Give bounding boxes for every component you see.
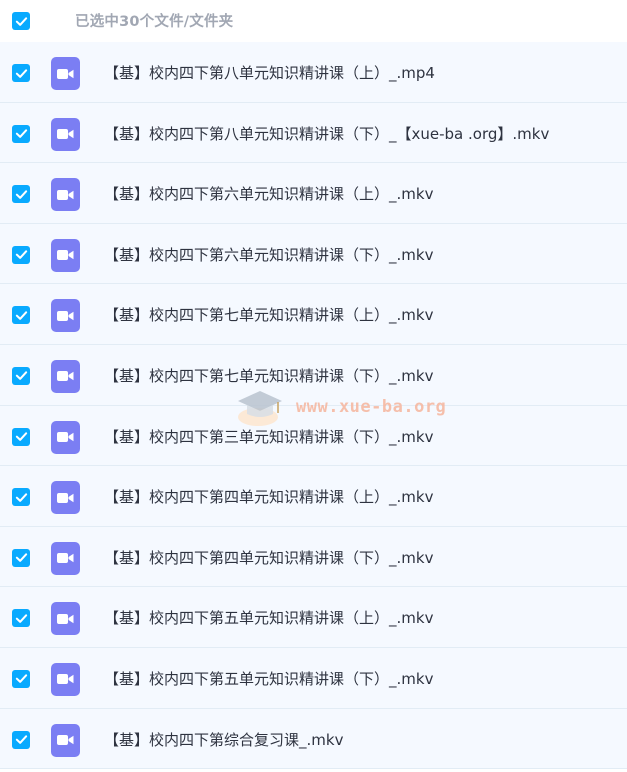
file-checkbox[interactable]	[12, 548, 30, 567]
camera-glyph	[57, 310, 74, 321]
camera-glyph	[57, 250, 74, 261]
file-checkbox[interactable]	[12, 609, 30, 628]
file-checkbox[interactable]	[12, 730, 30, 749]
checkmark-icon	[15, 432, 27, 441]
file-name[interactable]: 【基】校内四下第六单元知识精讲课（上）_.mkv	[104, 183, 433, 204]
camera-glyph	[57, 189, 74, 200]
file-row[interactable]: 【基】校内四下第四单元知识精讲课（上）_.mkv	[0, 466, 627, 527]
file-row[interactable]: 【基】校内四下第七单元知识精讲课（下）_.mkv	[0, 344, 627, 406]
checkmark-icon	[15, 311, 27, 320]
file-row[interactable]: 【基】校内四下第五单元知识精讲课（上）_.mkv	[0, 587, 627, 648]
camera-glyph	[57, 432, 74, 443]
camera-glyph	[57, 674, 74, 685]
file-checkbox[interactable]	[12, 245, 30, 264]
video-file-icon	[51, 723, 80, 757]
video-file-icon	[51, 420, 80, 454]
checkmark-icon	[15, 614, 27, 623]
camera-glyph	[57, 492, 74, 503]
file-row[interactable]: 【基】校内四下第八单元知识精讲课（下）_【xue-ba .org】.mkv	[0, 102, 627, 164]
checkmark-icon	[15, 190, 27, 199]
video-file-icon	[51, 359, 80, 393]
file-checkbox[interactable]	[12, 427, 30, 446]
file-name[interactable]: 【基】校内四下第八单元知识精讲课（上）_.mp4	[104, 62, 435, 83]
checkmark-icon	[15, 371, 27, 381]
file-selection-panel: 已选中30个文件/文件夹 【基】校内四下第八单元知识精讲课（上）_.mp4 【基】…	[0, 0, 627, 772]
camera-glyph	[57, 735, 74, 746]
file-row[interactable]: 【基】校内四下第六单元知识精讲课（上）_.mkv	[0, 163, 627, 224]
file-row[interactable]: 【基】校内四下第五单元知识精讲课（下）_.mkv	[0, 647, 627, 709]
file-name[interactable]: 【基】校内四下第五单元知识精讲课（上）_.mkv	[104, 607, 433, 628]
video-file-icon	[51, 602, 80, 636]
file-row[interactable]: 【基】校内四下第三单元知识精讲课（下）_.mkv	[0, 405, 627, 467]
file-row[interactable]: 【基】校内四下第综合复习课_.mkv	[0, 708, 627, 770]
checkmark-icon	[15, 674, 27, 684]
file-name[interactable]: 【基】校内四下第六单元知识精讲课（下）_.mkv	[104, 244, 433, 265]
selection-count-label: 已选中30个文件/文件夹	[75, 14, 234, 30]
video-file-icon	[51, 541, 80, 575]
file-name[interactable]: 【基】校内四下第三单元知识精讲课（下）_.mkv	[104, 426, 433, 447]
video-file-icon	[51, 238, 80, 272]
file-checkbox[interactable]	[12, 669, 30, 688]
file-checkbox[interactable]	[12, 124, 30, 143]
video-file-icon	[51, 481, 80, 515]
file-checkbox[interactable]	[12, 306, 30, 325]
checkmark-icon	[15, 553, 27, 563]
checkmark-icon	[15, 68, 27, 78]
file-name[interactable]: 【基】校内四下第五单元知识精讲课（下）_.mkv	[104, 668, 433, 689]
file-checkbox[interactable]	[12, 488, 30, 507]
file-checkbox[interactable]	[12, 64, 30, 82]
file-list: 【基】校内四下第八单元知识精讲课（上）_.mp4 【基】校内四下第八单元知识精讲课…	[0, 42, 627, 770]
video-file-icon	[51, 117, 80, 151]
checkmark-icon	[15, 250, 27, 260]
video-file-icon	[51, 57, 80, 90]
file-row[interactable]: 【基】校内四下第六单元知识精讲课（下）_.mkv	[0, 223, 627, 285]
checkmark-icon	[15, 16, 27, 26]
video-file-icon	[51, 178, 80, 212]
checkmark-icon	[15, 129, 27, 138]
video-file-icon	[51, 299, 80, 333]
camera-glyph	[57, 553, 74, 564]
file-name[interactable]: 【基】校内四下第七单元知识精讲课（上）_.mkv	[104, 304, 433, 325]
file-name[interactable]: 【基】校内四下第四单元知识精讲课（下）_.mkv	[104, 547, 433, 568]
file-row[interactable]: 【基】校内四下第四单元知识精讲课（下）_.mkv	[0, 526, 627, 588]
file-name[interactable]: 【基】校内四下第八单元知识精讲课（下）_【xue-ba .org】.mkv	[104, 123, 549, 144]
file-name[interactable]: 【基】校内四下第七单元知识精讲课（下）_.mkv	[104, 365, 433, 386]
file-row[interactable]: 【基】校内四下第七单元知识精讲课（上）_.mkv	[0, 284, 627, 345]
select-all-checkbox[interactable]	[12, 12, 30, 30]
file-checkbox[interactable]	[12, 185, 30, 204]
video-file-icon	[51, 662, 80, 696]
selection-header: 已选中30个文件/文件夹	[0, 0, 627, 42]
camera-glyph	[57, 129, 74, 140]
camera-glyph	[57, 68, 74, 79]
camera-glyph	[57, 613, 74, 624]
file-name[interactable]: 【基】校内四下第综合复习课_.mkv	[104, 729, 343, 750]
file-checkbox[interactable]	[12, 366, 30, 385]
camera-glyph	[57, 371, 74, 382]
file-row[interactable]: 【基】校内四下第八单元知识精讲课（上）_.mp4	[0, 42, 627, 103]
checkmark-icon	[15, 735, 27, 744]
file-name[interactable]: 【基】校内四下第四单元知识精讲课（上）_.mkv	[104, 486, 433, 507]
checkmark-icon	[15, 492, 27, 502]
